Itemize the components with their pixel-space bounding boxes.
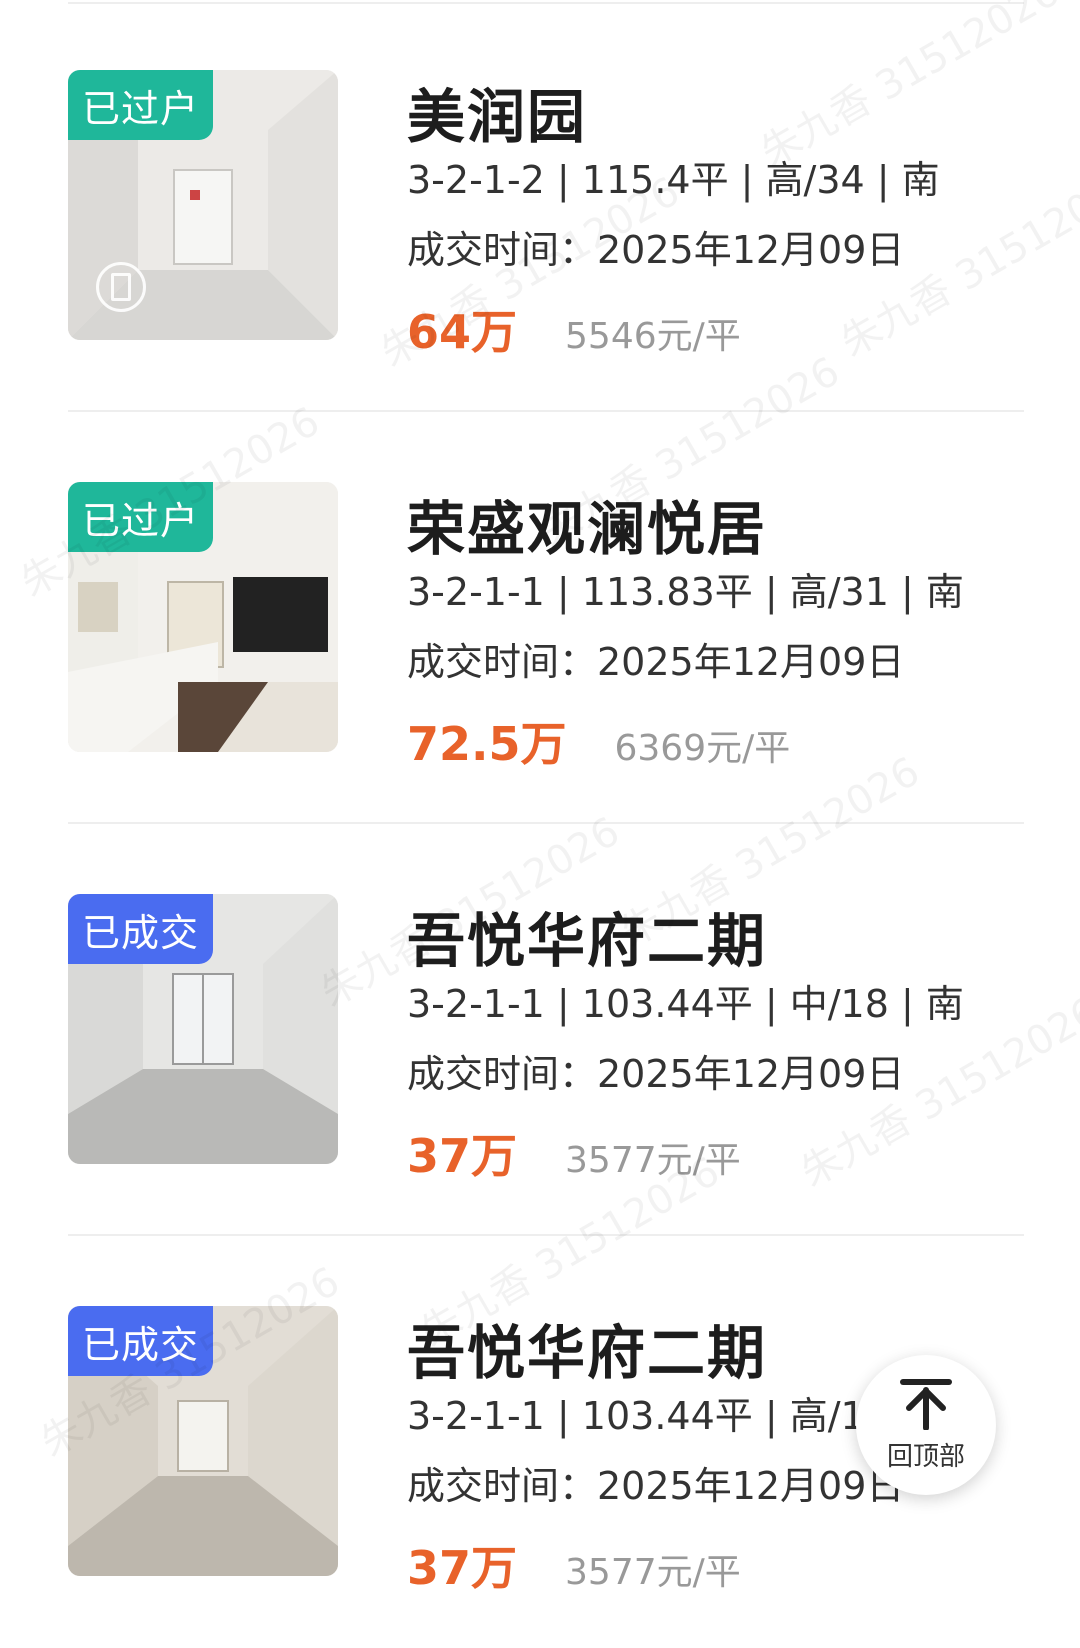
vr-view-icon[interactable] <box>96 262 146 312</box>
total-price: 37万 <box>407 1129 518 1183</box>
listing-item[interactable]: 已过户 美润园 3-2-1-2 | 115.4平 | 高/34 | 南 成交时间… <box>0 0 1080 412</box>
deal-status-badge: 已过户 <box>68 482 214 552</box>
listing-item[interactable]: 已过户 荣盛观澜悦居 3-2-1-1 | 113.83平 | 高/31 | 南 … <box>0 412 1080 824</box>
listing-photo[interactable]: 已过户 <box>68 482 338 752</box>
deal-time: 成交时间：2025年12月09日 <box>407 1052 905 1096</box>
listing-photo[interactable]: 已成交 <box>68 894 338 1164</box>
house-specs: 3-2-1-2 | 115.4平 | 高/34 | 南 <box>407 158 940 202</box>
house-specs: 3-2-1-1 | 113.83平 | 高/31 | 南 <box>407 570 964 614</box>
total-price: 64万 <box>407 305 518 359</box>
community-name: 美润园 <box>407 83 588 151</box>
unit-price: 5546元/平 <box>565 316 741 357</box>
unit-price: 3577元/平 <box>565 1140 741 1181</box>
deal-time: 成交时间：2025年12月09日 <box>407 640 905 684</box>
listing-item[interactable]: 已成交 吾悦华府二期 3-2-1-1 | 103.44平 | 中/18 | 南 … <box>0 824 1080 1236</box>
listing-photo[interactable]: 已过户 <box>68 70 338 340</box>
community-name: 吾悦华府二期 <box>407 907 768 975</box>
deal-time: 成交时间：2025年12月09日 <box>407 228 905 272</box>
deal-status-badge: 已成交 <box>68 894 214 964</box>
back-to-top-button[interactable]: 回顶部 <box>856 1355 996 1495</box>
deal-status-badge: 已成交 <box>68 1306 214 1376</box>
back-to-top-label: 回顶部 <box>886 1441 965 1472</box>
total-price: 72.5万 <box>407 717 567 771</box>
community-name: 荣盛观澜悦居 <box>407 495 768 563</box>
house-specs: 3-2-1-1 | 103.44平 | 中/18 | 南 <box>407 982 964 1026</box>
unit-price: 3577元/平 <box>565 1552 741 1593</box>
deal-status-badge: 已过户 <box>68 70 214 140</box>
total-price: 37万 <box>407 1541 518 1595</box>
unit-price: 6369元/平 <box>614 728 791 769</box>
listing-photo[interactable]: 已成交 <box>68 1306 338 1576</box>
arrow-up-icon <box>900 1378 952 1430</box>
